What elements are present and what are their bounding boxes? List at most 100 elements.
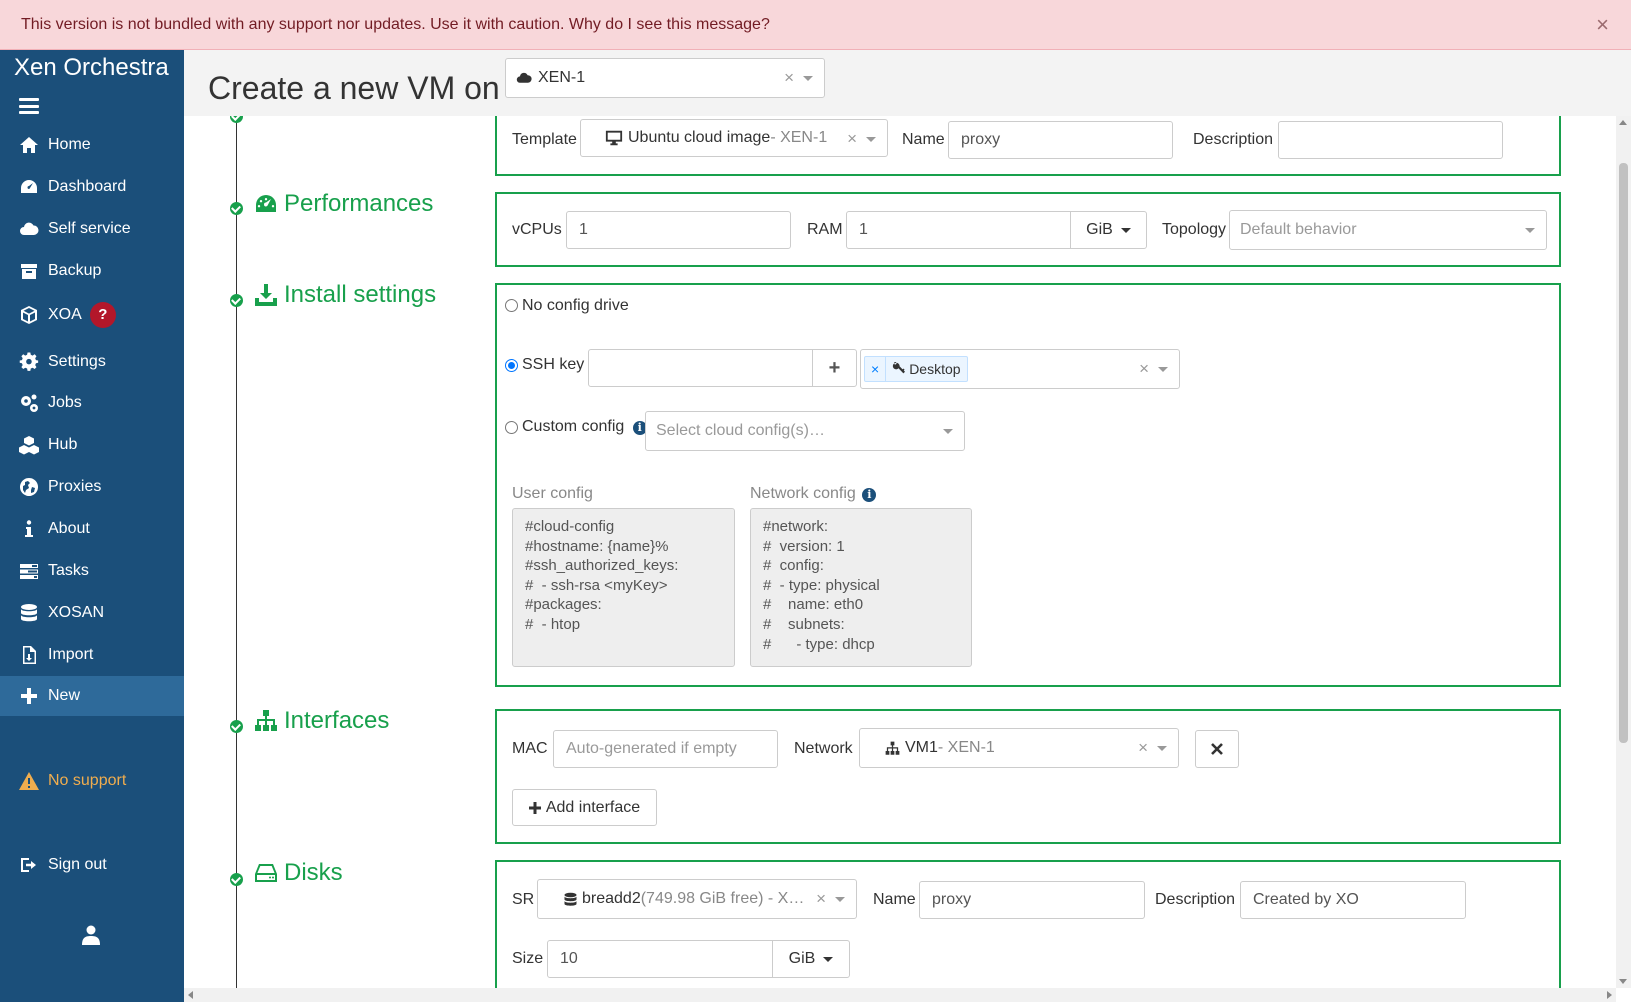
download-icon [255,284,277,306]
sidebar-item-settings[interactable]: Settings [0,342,184,382]
sidebar-item-label: Home [48,136,91,153]
scroll-down-icon[interactable] [1619,979,1627,984]
user-icon[interactable] [82,925,100,945]
tasks-icon [18,560,40,582]
sidebar-item-proxies[interactable]: Proxies [0,467,184,507]
chevron-down-icon[interactable] [1157,746,1167,751]
gear-icon [18,351,40,373]
disk-description-input[interactable]: Created by XO [1240,881,1466,919]
clear-icon[interactable]: × [784,68,794,88]
ssh-key-tag: × Desktop [864,356,968,382]
sidebar-item-hub[interactable]: Hub [0,425,184,465]
chevron-down-icon [1120,227,1131,233]
sidebar-item-home[interactable]: Home [0,125,184,165]
sidebar-item-self-service[interactable]: Self service [0,209,184,249]
network-config-textarea[interactable]: #network: # version: 1 # config: # - typ… [750,508,972,667]
ssh-key-input[interactable] [588,349,813,387]
chevron-down-icon[interactable] [1525,228,1535,233]
dashboard-icon [256,195,276,212]
sidebar-item-label: XOA [48,306,82,323]
chevron-down-icon[interactable] [943,429,953,434]
chevron-down-icon[interactable] [1158,367,1168,372]
disks-title: Disks [254,859,343,887]
user-config-label: User config [512,485,593,502]
sidebar-item-backup[interactable]: Backup [0,251,184,291]
vcpus-input[interactable]: 1 [566,211,791,249]
disk-name-label: Name [873,891,916,908]
mac-label: MAC [512,740,548,757]
disks-panel: SR breadd2 (749.98 GiB free) - X… × Name… [495,860,1561,988]
sidebar-item-xosan[interactable]: XOSAN [0,593,184,633]
vm-form: Template Ubuntu cloud image - XEN-1 × Na… [184,116,1616,988]
vm-name-input[interactable]: proxy [948,121,1173,159]
add-interface-button[interactable]: Add interface [512,789,657,826]
sidebar-item-label: Dashboard [48,178,127,195]
sr-detail: (749.98 GiB free) - X… [640,890,805,907]
clear-icon[interactable]: × [1139,359,1149,379]
user-config-textarea[interactable]: #cloud-config #hostname: {name}% #ssh_au… [512,508,735,667]
sidebar-item-no-support[interactable]: No support [0,761,184,801]
size-label: Size [512,950,544,967]
infos-panel: Template Ubuntu cloud image - XEN-1 × Na… [495,116,1561,176]
template-pool: - XEN-1 [770,129,828,146]
disk-description-label: Description [1155,891,1236,908]
add-ssh-key-button[interactable]: + [812,349,857,387]
sidebar-item-about[interactable]: About [0,509,184,549]
vm-description-input[interactable] [1278,121,1503,159]
topology-select[interactable]: Default behavior [1229,210,1547,250]
scroll-right-icon[interactable] [1607,991,1612,999]
scroll-left-icon[interactable] [188,991,193,999]
brand-logo[interactable]: Xen Orchestra [14,54,169,82]
chevron-down-icon[interactable] [803,76,813,81]
scroll-up-icon[interactable] [1619,120,1627,125]
custom-config-label: Custom config i [522,418,647,436]
cloud-config-select[interactable]: Select cloud config(s)… [645,411,965,451]
pool-select[interactable]: XEN-1 × [505,58,825,98]
sr-select[interactable]: breadd2 (749.98 GiB free) - X… × [537,879,857,919]
ram-unit-dropdown[interactable]: GiB [1070,211,1147,249]
ram-input[interactable]: 1 [846,211,1071,249]
close-icon[interactable]: × [1596,0,1609,50]
clear-icon[interactable]: × [847,129,857,149]
sidebar-item-xoa[interactable]: XOA ? [0,295,184,335]
ram-label: RAM [807,221,843,238]
info-icon[interactable]: i [862,488,877,502]
network-value: VM1 [905,739,938,756]
sidebar-item-jobs[interactable]: Jobs [0,383,184,423]
clear-icon[interactable]: × [816,889,826,909]
hamburger-menu-icon[interactable] [19,98,39,114]
vertical-scrollbar[interactable] [1616,116,1631,988]
horizontal-scrollbar[interactable] [184,988,1616,1002]
disk-name-input[interactable]: proxy [919,881,1145,919]
mac-input[interactable]: Auto-generated if empty [553,730,778,768]
step-check-icon [230,720,243,733]
archive-icon [18,260,40,282]
remove-tag-icon[interactable]: × [865,357,887,381]
ssh-keys-select[interactable]: × Desktop × [860,349,1180,389]
sidebar-item-sign-out[interactable]: Sign out [0,845,184,885]
ssh-key-radio[interactable] [505,359,518,372]
database-icon [564,892,577,906]
sidebar-item-import[interactable]: Import [0,635,184,675]
clear-icon[interactable]: × [1138,738,1148,758]
sidebar-item-label: Sign out [48,856,107,873]
no-config-radio[interactable] [505,299,518,312]
scrollbar-thumb[interactable] [1619,163,1628,743]
network-pool: - XEN-1 [937,739,995,756]
template-select[interactable]: Ubuntu cloud image - XEN-1 × [580,119,888,157]
chevron-down-icon[interactable] [866,137,876,142]
remove-interface-button[interactable] [1195,730,1239,768]
network-select[interactable]: VM1 - XEN-1 × [859,728,1179,768]
sidebar-item-new[interactable]: New [0,676,184,716]
key-icon [893,362,906,374]
sidebar-item-tasks[interactable]: Tasks [0,551,184,591]
disk-size-unit-dropdown[interactable]: GiB [772,940,850,978]
step-check-icon [230,202,243,215]
file-import-icon [18,644,40,666]
sidebar-item-label: New [48,687,81,704]
sidebar-item-dashboard[interactable]: Dashboard [0,167,184,207]
chevron-down-icon[interactable] [835,897,845,902]
custom-config-radio[interactable] [505,421,518,434]
sidebar: Xen Orchestra Home Dashboard Self servic… [0,50,184,1002]
disk-size-input[interactable]: 10 [547,940,773,978]
